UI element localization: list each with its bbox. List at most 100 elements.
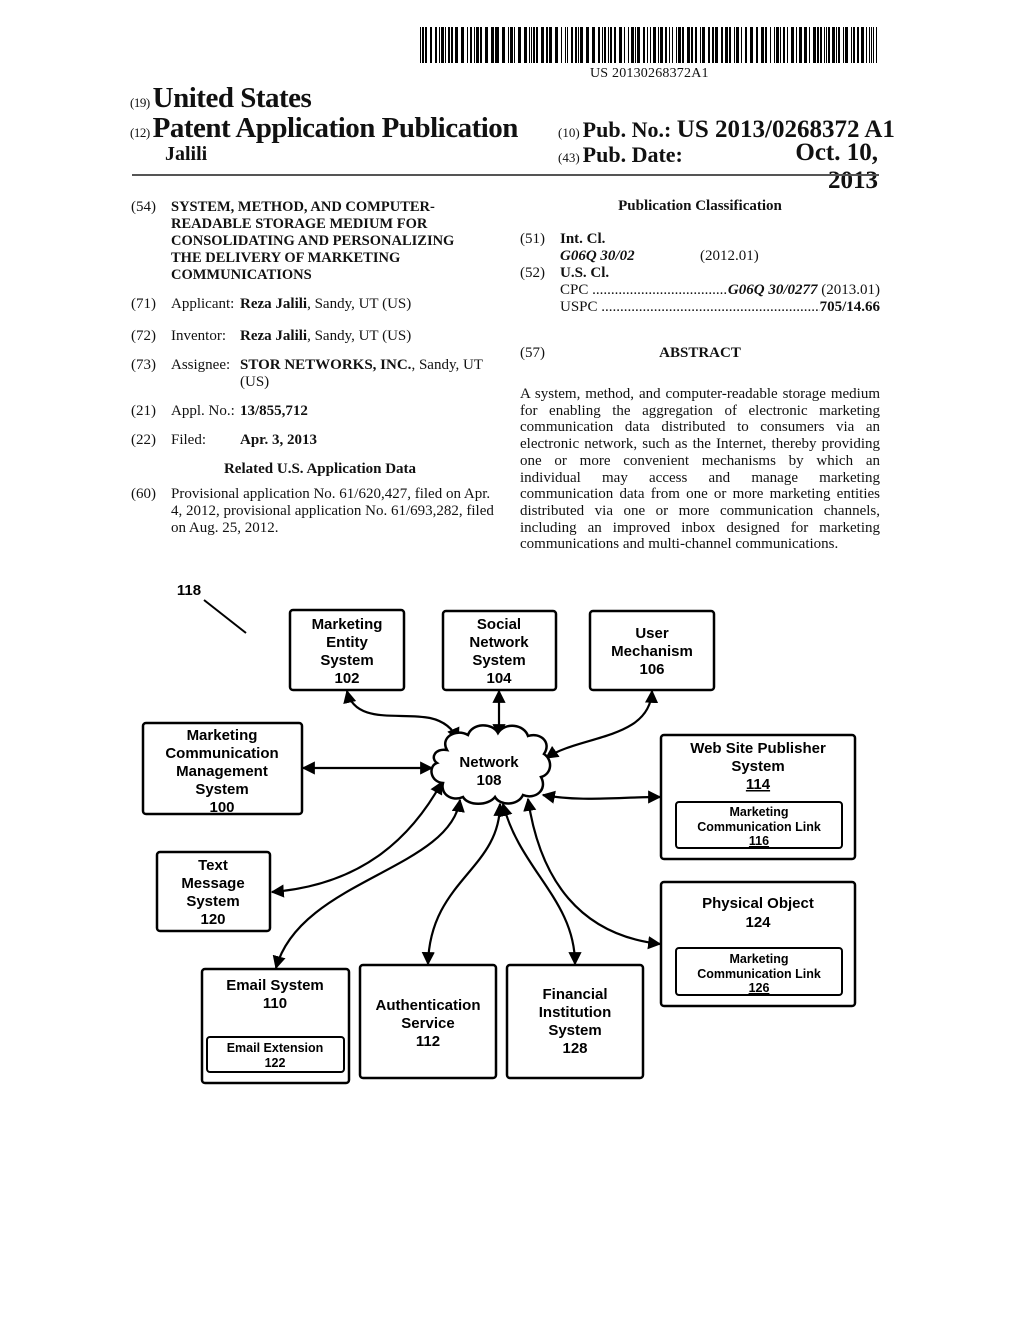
node-text-message-system: Text Message System 120 <box>155 850 272 933</box>
inid-code: (57) <box>520 345 545 361</box>
barcode-bar <box>591 27 595 63</box>
node-authentication-service: Authentication Service 112 <box>358 963 498 1080</box>
sub-node-label: Marketing <box>729 952 788 966</box>
barcode-bar <box>614 27 617 63</box>
inventor-label: Inventor: <box>171 328 226 344</box>
node-label: Entity <box>326 634 368 651</box>
barcode-bar <box>860 27 864 63</box>
connector-network-112 <box>421 802 507 966</box>
barcode-bar <box>838 27 841 63</box>
barcode-bar <box>870 27 872 63</box>
node-label: Mechanism <box>611 643 693 660</box>
inid-code: (73) <box>131 357 156 373</box>
assignee-label: Assignee: <box>171 357 231 373</box>
sub-node-marketing-communication-link-126: Marketing Communication Link 126 <box>675 947 843 996</box>
connector-106-network <box>544 689 659 759</box>
barcode-bar <box>776 27 780 63</box>
country-heading: (19) United States <box>130 82 312 115</box>
barcode-bar <box>518 27 521 63</box>
barcode-bar <box>628 27 630 63</box>
barcode-bar <box>475 27 479 63</box>
barcode-bar <box>451 27 454 63</box>
node-label: Text <box>198 857 228 874</box>
barcode-bar <box>479 27 482 63</box>
node-label: Network <box>469 634 529 651</box>
barcode-bar <box>770 27 772 63</box>
barcode-bar <box>619 27 623 63</box>
barcode-bar <box>610 27 613 63</box>
barcode-bar <box>865 27 867 63</box>
applicant: Reza Jalili, Sandy, UT (US) <box>240 296 411 313</box>
barcode-bar <box>676 27 678 63</box>
inid-code: (10) <box>558 125 580 140</box>
barcode-bar <box>812 27 816 63</box>
dot-leader: ........................................… <box>601 299 819 315</box>
node-marketing-entity-system: Marketing Entity System 102 <box>288 608 406 692</box>
barcode-bar <box>508 27 510 63</box>
provisional-applications: Provisional application No. 61/620,427, … <box>171 486 494 536</box>
barcode-bar <box>657 27 660 63</box>
barcode-bar <box>652 27 656 63</box>
node-web-site-publisher-system: Web Site Publisher System 114 Marketing … <box>659 733 857 861</box>
node-label: Email System <box>226 977 324 994</box>
barcode-bar <box>634 27 636 63</box>
barcode-bar <box>672 27 674 63</box>
int-cl-class: G06Q 30/02 <box>560 248 635 265</box>
inid-code: (54) <box>131 199 156 215</box>
barcode-bar <box>713 27 715 63</box>
barcode-bar <box>642 27 645 63</box>
barcode-bar <box>490 27 494 63</box>
barcode-bar <box>532 27 535 63</box>
barcode <box>420 27 878 63</box>
us-cl-label: U.S. Cl. <box>560 265 610 281</box>
barcode-bar <box>597 27 600 63</box>
barcode-bar <box>528 27 530 63</box>
barcode-bar <box>530 27 532 63</box>
filed-label: Filed: <box>171 432 207 448</box>
uspc-label: USPC <box>560 299 598 315</box>
node-label: System <box>186 893 239 910</box>
document-type-heading: (12) Patent Application Publication <box>130 112 518 145</box>
assignee-name: STOR NETWORKS, INC. <box>240 357 412 373</box>
barcode-bar <box>729 27 732 63</box>
node-label: Web Site Publisher <box>690 740 826 757</box>
classification-heading: Publication Classification <box>618 198 782 214</box>
node-number: 100 <box>209 799 234 816</box>
network-number: 108 <box>476 772 501 789</box>
node-label: User <box>635 625 669 642</box>
barcode-bar <box>711 27 713 63</box>
barcode-bar <box>467 27 469 63</box>
reference-leader-line <box>203 599 247 634</box>
barcode-bar <box>725 27 729 63</box>
barcode-number: US 20130268372A1 <box>590 66 709 81</box>
node-user-mechanism: User Mechanism 106 <box>588 609 716 692</box>
barcode-bar <box>434 27 437 63</box>
barcode-bar <box>736 27 739 63</box>
barcode-bar <box>649 27 651 63</box>
barcode-bar <box>571 27 574 63</box>
assignee-country: (US) <box>240 374 270 390</box>
invention-title: SYSTEM, METHOD, AND COMPUTER-READABLE ST… <box>171 199 455 283</box>
barcode-bar <box>575 27 577 63</box>
barcode-bar <box>836 27 838 63</box>
barcode-bar <box>484 27 488 63</box>
int-cl-label: Int. Cl. <box>560 231 606 247</box>
barcode-bar <box>549 27 553 63</box>
node-label: Management <box>176 763 268 780</box>
first-inventor: Jalili <box>165 143 208 165</box>
barcode-bar <box>555 27 559 63</box>
barcode-bar <box>795 27 797 63</box>
barcode-bar <box>780 27 782 63</box>
inid-code: (72) <box>131 328 156 344</box>
barcode-bar <box>470 27 472 63</box>
barcode-bar <box>421 27 424 63</box>
barcode-bar <box>455 27 459 63</box>
inid-code: (52) <box>520 265 545 281</box>
uspc-class: 705/14.66 <box>819 299 880 315</box>
barcode-bar <box>783 27 786 63</box>
node-number: 110 <box>263 995 287 1012</box>
country: United States <box>152 82 312 114</box>
barcode-bar <box>523 27 527 63</box>
node-label: Institution <box>539 1004 611 1021</box>
publication-date: Oct. 10, 2013 <box>795 139 878 194</box>
